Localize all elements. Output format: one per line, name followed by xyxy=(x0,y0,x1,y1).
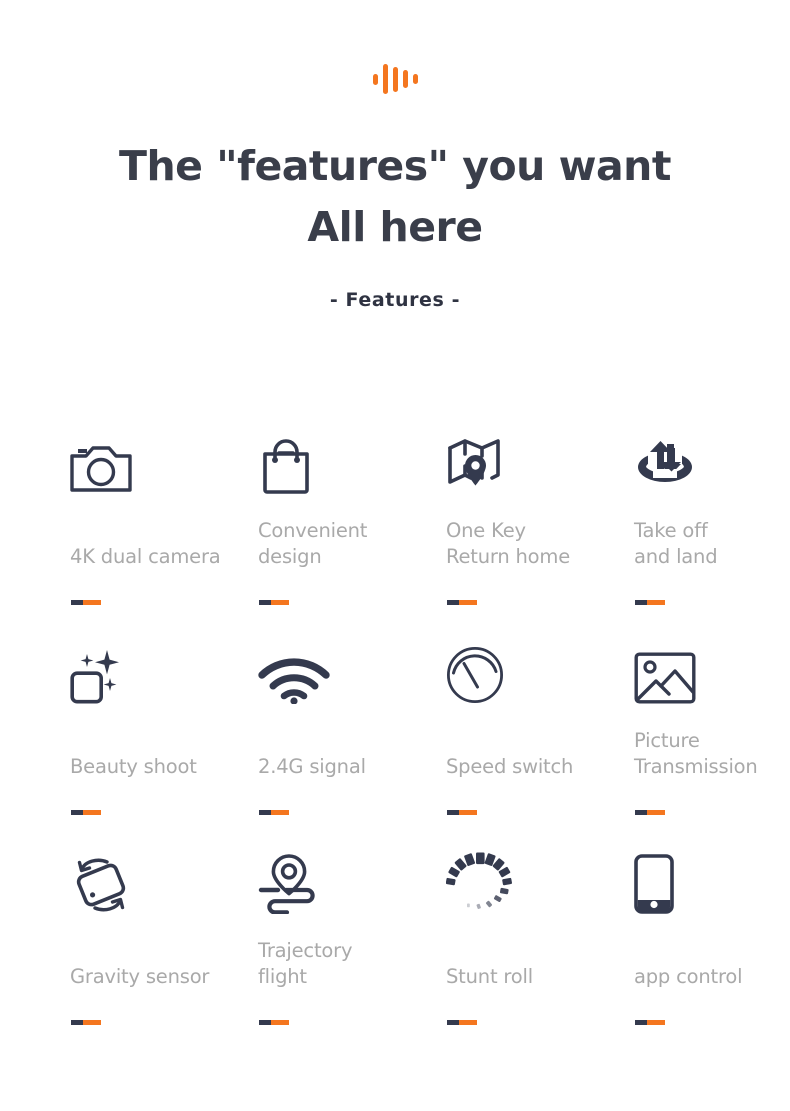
feature-label: 2.4G signal xyxy=(258,754,436,780)
divider-accent-segment xyxy=(271,600,289,605)
feature-divider xyxy=(447,600,477,605)
wifi-icon xyxy=(258,642,330,704)
speedometer-icon xyxy=(446,642,504,704)
waveform-bar xyxy=(403,70,408,88)
divider-accent-segment xyxy=(271,1020,289,1025)
divider-accent-segment xyxy=(271,810,289,815)
divider-accent-segment xyxy=(459,1020,477,1025)
divider-dark-segment xyxy=(635,600,647,605)
feature-divider xyxy=(71,810,101,815)
feature-divider xyxy=(635,1020,665,1025)
hero-section: The "features" you want All here - Featu… xyxy=(0,0,790,311)
feature-divider xyxy=(635,600,665,605)
feature-item-speed-switch[interactable]: Speed switch xyxy=(446,642,634,852)
divider-accent-segment xyxy=(83,810,101,815)
divider-dark-segment xyxy=(447,600,459,605)
feature-item-take-off-and-land[interactable]: Take off and land xyxy=(634,432,790,642)
page-subtitle: - Features - xyxy=(0,289,790,311)
feature-divider xyxy=(259,1020,289,1025)
rotate-phone-icon xyxy=(70,852,132,914)
feature-label: Gravity sensor xyxy=(70,964,248,990)
page-title: The "features" you want All here xyxy=(0,136,790,258)
photo-image-icon xyxy=(634,642,696,704)
divider-dark-segment xyxy=(259,1020,271,1025)
takeoff-landing-icon xyxy=(634,432,696,494)
spinner-arc-icon xyxy=(446,852,512,914)
feature-divider xyxy=(447,1020,477,1025)
feature-divider xyxy=(447,810,477,815)
page-title-line-1: The "features" you want xyxy=(119,142,671,190)
divider-dark-segment xyxy=(71,600,83,605)
feature-item-trajectory-flight[interactable]: Trajectory flight xyxy=(258,852,446,1062)
divider-dark-segment xyxy=(259,600,271,605)
divider-accent-segment xyxy=(647,600,665,605)
camera-icon xyxy=(70,432,132,494)
waveform-bar xyxy=(413,74,418,84)
feature-item-gravity-sensor[interactable]: Gravity sensor xyxy=(70,852,258,1062)
feature-divider xyxy=(259,810,289,815)
waveform-bar xyxy=(393,67,398,92)
feature-item-one-key-return-home[interactable]: One Key Return home xyxy=(446,432,634,642)
divider-dark-segment xyxy=(71,1020,83,1025)
smartphone-icon xyxy=(634,852,674,914)
feature-item-app-control[interactable]: app control xyxy=(634,852,790,1062)
feature-label: Convenient design xyxy=(258,518,436,570)
feature-divider xyxy=(259,600,289,605)
page-title-line-2: All here xyxy=(0,197,790,258)
feature-label: 4K dual camera xyxy=(70,544,248,570)
map-pin-icon xyxy=(446,432,504,494)
divider-dark-segment xyxy=(71,810,83,815)
feature-divider xyxy=(635,810,665,815)
divider-accent-segment xyxy=(459,810,477,815)
divider-accent-segment xyxy=(647,810,665,815)
feature-label: One Key Return home xyxy=(446,518,624,570)
feature-label: Stunt roll xyxy=(446,964,624,990)
feature-item-convenient-design[interactable]: Convenient design xyxy=(258,432,446,642)
divider-accent-segment xyxy=(83,600,101,605)
feature-label: Trajectory flight xyxy=(258,938,436,990)
audio-waveform-icon xyxy=(0,62,790,96)
feature-item-beauty-shoot[interactable]: Beauty shoot xyxy=(70,642,258,852)
divider-accent-segment xyxy=(459,600,477,605)
feature-item-2-4g-signal[interactable]: 2.4G signal xyxy=(258,642,446,852)
features-grid: 4K dual camera Convenient desig xyxy=(70,432,770,1062)
divider-dark-segment xyxy=(447,1020,459,1025)
waveform-bar xyxy=(373,74,378,85)
feature-label: app control xyxy=(634,964,790,990)
divider-dark-segment xyxy=(259,810,271,815)
feature-item-stunt-roll[interactable]: Stunt roll xyxy=(446,852,634,1062)
route-pin-icon xyxy=(258,852,316,914)
feature-item-picture-transmission[interactable]: Picture Transmission xyxy=(634,642,790,852)
divider-dark-segment xyxy=(447,810,459,815)
feature-label: Take off and land xyxy=(634,518,790,570)
feature-divider xyxy=(71,600,101,605)
features-page: The "features" you want All here - Featu… xyxy=(0,0,790,1111)
feature-item-4k-dual-camera[interactable]: 4K dual camera xyxy=(70,432,258,642)
divider-accent-segment xyxy=(83,1020,101,1025)
sparkle-frame-icon xyxy=(70,642,128,704)
feature-label: Picture Transmission xyxy=(634,728,790,780)
feature-label: Speed switch xyxy=(446,754,624,780)
shopping-bag-icon xyxy=(258,432,314,494)
divider-dark-segment xyxy=(635,1020,647,1025)
waveform-bar xyxy=(383,64,388,94)
feature-divider xyxy=(71,1020,101,1025)
divider-dark-segment xyxy=(635,810,647,815)
divider-accent-segment xyxy=(647,1020,665,1025)
feature-label: Beauty shoot xyxy=(70,754,248,780)
